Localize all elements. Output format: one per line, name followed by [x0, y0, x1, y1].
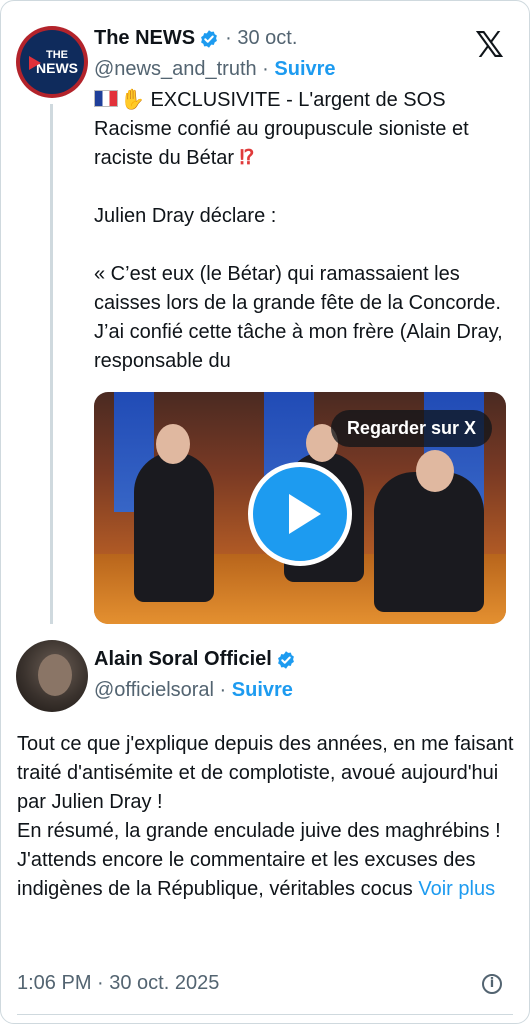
quoted-header: The NEWS · 30 oct. — [94, 27, 297, 50]
speaker-figure — [134, 452, 214, 602]
tweet-line: En résumé, la grande enculade juive des … — [17, 820, 501, 842]
france-flag-icon — [94, 90, 118, 107]
logo-text-bottom: NEWS — [36, 59, 78, 76]
speaker-head — [416, 450, 454, 492]
divider — [17, 1014, 513, 1015]
interrobang-icon: ⁉ — [239, 147, 255, 169]
tweet-line-text: J'attends encore le commentaire et les e… — [17, 849, 476, 900]
tweet-date[interactable]: · 30 oct. — [225, 27, 297, 50]
main-handle-row: @officielsoral · Suivre — [94, 679, 293, 702]
play-icon — [289, 494, 321, 534]
news-avatar[interactable]: THE NEWS — [16, 26, 88, 98]
follow-button[interactable]: Suivre — [274, 58, 335, 80]
video-player[interactable]: Regarder sur X — [94, 392, 506, 624]
author-name[interactable]: Alain Soral Officiel — [94, 648, 272, 671]
author-handle[interactable]: @officielsoral · — [94, 679, 226, 701]
hand-emoji: ✋ — [120, 89, 145, 111]
logo-text-top: THE — [46, 48, 68, 61]
verified-badge-icon — [277, 650, 294, 669]
speaker-figure — [374, 472, 484, 612]
quoted-handle-row: @news_and_truth · Suivre — [94, 58, 336, 81]
tweet-paragraph: Julien Dray déclare : — [94, 205, 277, 227]
author-handle[interactable]: @news_and_truth · — [94, 58, 269, 80]
play-button[interactable] — [248, 462, 352, 566]
avatar-face — [38, 654, 72, 696]
main-tweet-text: Tout ce que j'explique depuis des années… — [17, 730, 517, 904]
tweet-line: Tout ce que j'explique depuis des années… — [17, 733, 514, 813]
news-logo: THE NEWS — [20, 30, 84, 94]
tweet-paragraph: ✋ EXCLUSIVITE - L'argent de SOS Racisme … — [94, 86, 514, 173]
quoted-tweet-text: ✋ EXCLUSIVITE - L'argent de SOS Racisme … — [94, 86, 514, 376]
speaker-head — [156, 424, 190, 464]
author-avatar[interactable] — [16, 640, 88, 712]
paragraph-text: EXCLUSIVITE - L'argent de SOS Racisme co… — [94, 89, 469, 169]
follow-button[interactable]: Suivre — [232, 679, 293, 701]
tweet-timestamp[interactable]: 1:06 PM · 30 oct. 2025 — [17, 972, 219, 995]
x-logo-icon[interactable]: 𝕏 — [475, 28, 504, 64]
play-triangle-icon — [29, 56, 41, 70]
info-icon[interactable]: i — [482, 974, 502, 994]
tweet-line: J'attends encore le commentaire et les e… — [17, 846, 517, 904]
verified-badge-icon — [201, 29, 218, 48]
watch-on-x-button[interactable]: Regarder sur X — [330, 410, 492, 447]
tweet-paragraph: « C’est eux (le Bétar) qui ramassaient l… — [94, 263, 503, 372]
author-name[interactable]: The NEWS — [94, 27, 195, 50]
see-more-link[interactable]: Voir plus — [418, 878, 495, 900]
main-header: Alain Soral Officiel — [94, 648, 296, 671]
thread-line — [50, 104, 53, 624]
